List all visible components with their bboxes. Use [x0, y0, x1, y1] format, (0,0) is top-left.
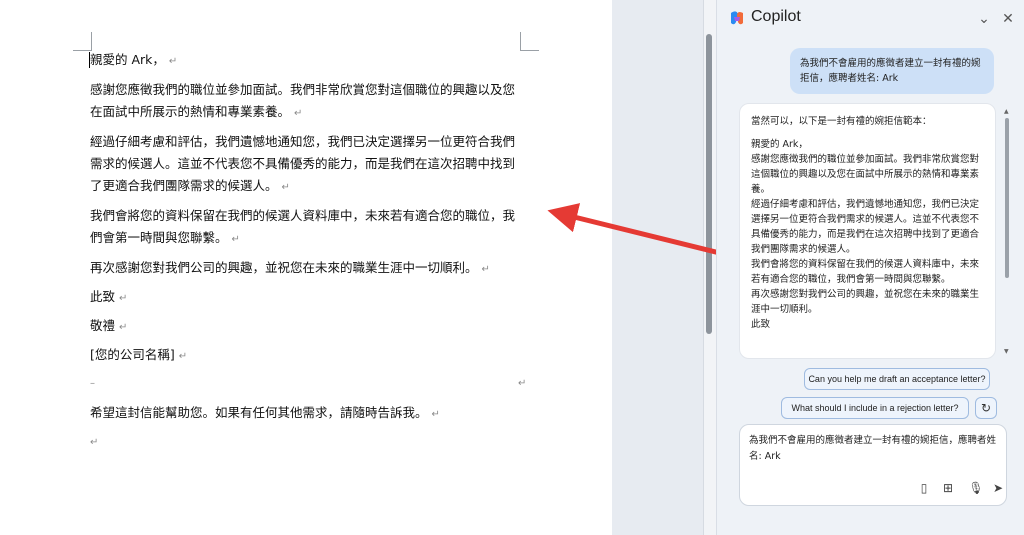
notebook-icon[interactable]: ▯ — [916, 480, 932, 496]
send-icon[interactable]: ➤ — [990, 480, 1006, 496]
reply-scroll-up-icon[interactable]: ▲ — [1004, 108, 1009, 115]
copilot-logo-icon — [731, 11, 743, 25]
reply-intro: 當然可以，以下是一封有禮的婉拒信範本： — [751, 116, 932, 127]
reply-scrollbar-thumb[interactable] — [1005, 118, 1009, 278]
suggestion-chip-acceptance[interactable]: Can you help me draft an acceptance lett… — [804, 368, 990, 390]
close-icon[interactable]: ✕ — [999, 10, 1017, 28]
copilot-reply-card: 當然可以，以下是一封有禮的婉拒信範本： 親愛的 Ark， 感謝您應徵我們的職位並… — [739, 103, 996, 359]
chevron-down-icon[interactable]: ⌄ — [975, 10, 993, 28]
reply-line: 親愛的 Ark， — [751, 139, 808, 150]
copilot-header: Copilot ⌄ ✕ — [717, 0, 1024, 38]
refresh-icon[interactable]: ↻ — [975, 397, 997, 419]
user-message-bubble: 為我們不會雇用的應徵者建立一封有禮的婉拒信，應聘者姓名: Ark — [790, 48, 994, 94]
mic-icon[interactable]: 🎙 — [968, 480, 984, 496]
reply-line: 再次感謝您對我們公司的興趣，並祝您在未來的職業生涯中一切順利。 — [751, 289, 980, 315]
copilot-pane: Copilot ⌄ ✕ 為我們不會雇用的應徵者建立一封有禮的婉拒信，應聘者姓名:… — [716, 0, 1024, 535]
suggestion-chip-rejection[interactable]: What should I include in a rejection let… — [781, 397, 969, 419]
reply-scroll-down-icon[interactable]: ▼ — [1004, 348, 1009, 355]
apps-icon[interactable]: ⊞ — [940, 480, 956, 496]
chat-input-text[interactable]: 為我們不會雇用的應徵者建立一封有禮的婉拒信，應聘者姓名: Ark — [749, 433, 999, 465]
copilot-title: Copilot — [751, 8, 801, 25]
reply-line: 感謝您應徵我們的職位並參加面試。我們非常欣賞您對這個職位的興趣以及您在面試中所展… — [751, 154, 980, 195]
reply-line: 經過仔細考慮和評估，我們遺憾地通知您，我們已決定選擇另一位更符合我們需求的候選人… — [751, 199, 980, 255]
reply-line: 我們會將您的資料保留在我們的候選人資料庫中，未來若有適合您的職位，我們會第一時間… — [751, 259, 980, 285]
chat-input-box[interactable]: 為我們不會雇用的應徵者建立一封有禮的婉拒信，應聘者姓名: Ark ▯ ⊞ 🎙 ➤ — [739, 424, 1007, 506]
reply-line: 此致 — [751, 319, 771, 330]
